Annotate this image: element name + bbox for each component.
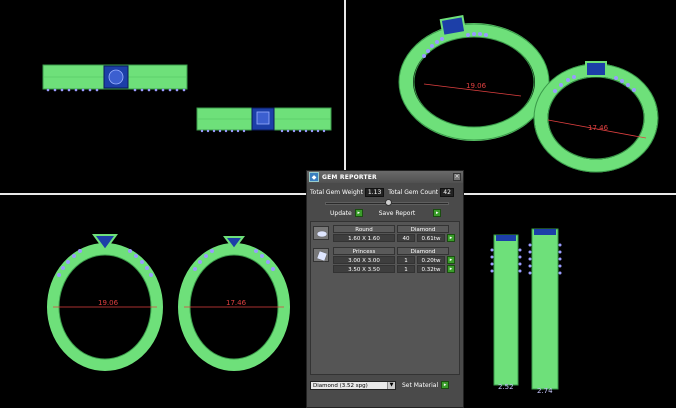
gem-size-cell: 1.60 X 1.60	[333, 234, 395, 242]
gem-material-cell: Diamond	[397, 247, 449, 255]
save-report-label: Save Report	[378, 209, 416, 217]
select-gem-button[interactable]: ▸	[447, 256, 455, 264]
gem-count-cell: 1	[397, 265, 415, 273]
total-weight-label: Total Gem Weight	[310, 188, 363, 196]
gem-reporter-icon: ◆	[309, 172, 319, 182]
gem-shape-cell: Princess	[333, 247, 395, 255]
gem-reporter-title: GEM REPORTER	[322, 173, 377, 181]
princess-gem-thumbnail	[313, 248, 329, 262]
gem-weight-cell: 0.61tw	[417, 234, 445, 242]
set-material-label: Set Material	[402, 381, 439, 389]
close-icon[interactable]: ×	[453, 173, 461, 181]
dim-label-side-left: 2.52	[498, 383, 514, 391]
material-select-value: Diamond (3.52 spg)	[313, 382, 368, 389]
round-gem-thumbnail	[313, 226, 329, 240]
gem-count-cell: 1	[397, 256, 415, 264]
dim-label-small-ring: 17.46	[588, 124, 609, 132]
dim-label-side-right: 2.74	[537, 387, 553, 395]
material-row: Diamond (3.52 spg) ▼ Set Material ▸	[310, 379, 460, 391]
gem-weight-cell: 0.32tw	[417, 265, 445, 273]
gem-material-cell: Diamond	[397, 225, 449, 233]
set-material-button[interactable]: ▸	[441, 381, 450, 389]
viewport-top-left[interactable]	[0, 0, 344, 193]
gem-weight-cell: 0.20tw	[417, 256, 445, 264]
dim-label-front-large: 19.06	[98, 299, 119, 307]
gem-group-round[interactable]: Round Diamond 1.60 X 1.60 40 0.61tw ▸	[311, 224, 459, 244]
totals-row: Total Gem Weight 1.13 Total Gem Count 42	[310, 187, 460, 197]
total-weight-value: 1.13	[364, 187, 385, 197]
gem-shape-cell: Round	[333, 225, 395, 233]
save-report-button[interactable]: ▸	[433, 209, 442, 217]
select-gem-button[interactable]: ▸	[447, 265, 455, 273]
gem-group-princess[interactable]: Princess Diamond 3.00 X 3.00 1 0.20tw ▸ …	[311, 246, 459, 276]
select-gem-button[interactable]: ▸	[447, 234, 455, 242]
front-view-rings: 19.06 17.46	[47, 234, 290, 371]
dim-label-large-ring: 19.06	[466, 82, 487, 90]
gem-list[interactable]: Round Diamond 1.60 X 1.60 40 0.61tw ▸ Pr…	[310, 221, 460, 375]
total-count-value: 42	[440, 187, 455, 197]
update-button[interactable]: ▸	[354, 209, 363, 217]
gem-count-cell: 40	[397, 234, 415, 242]
panel-slider-handle[interactable]	[385, 199, 392, 206]
viewport-top-right[interactable]: 19.06 17.46	[346, 0, 676, 193]
chevron-down-icon[interactable]: ▼	[387, 381, 395, 389]
gem-size-cell: 3.00 X 3.00	[333, 256, 395, 264]
gem-reporter-titlebar[interactable]: ◆ GEM REPORTER ×	[307, 171, 463, 183]
gem-size-cell: 3.50 X 3.50	[333, 265, 395, 273]
dim-label-front-small: 17.46	[226, 299, 247, 307]
gem-reporter-panel: ◆ GEM REPORTER × Total Gem Weight 1.13 T…	[306, 170, 464, 408]
viewport-bottom-left[interactable]: 19.06 17.46	[0, 195, 344, 408]
perspective-view-rings: 19.06 17.46	[398, 15, 659, 173]
total-count-label: Total Gem Count	[388, 188, 439, 196]
update-label: Update	[330, 209, 352, 217]
top-view-rings	[42, 64, 332, 133]
material-select[interactable]: Diamond (3.52 spg) ▼	[310, 380, 396, 390]
action-row: Update ▸ Save Report ▸	[310, 208, 460, 218]
